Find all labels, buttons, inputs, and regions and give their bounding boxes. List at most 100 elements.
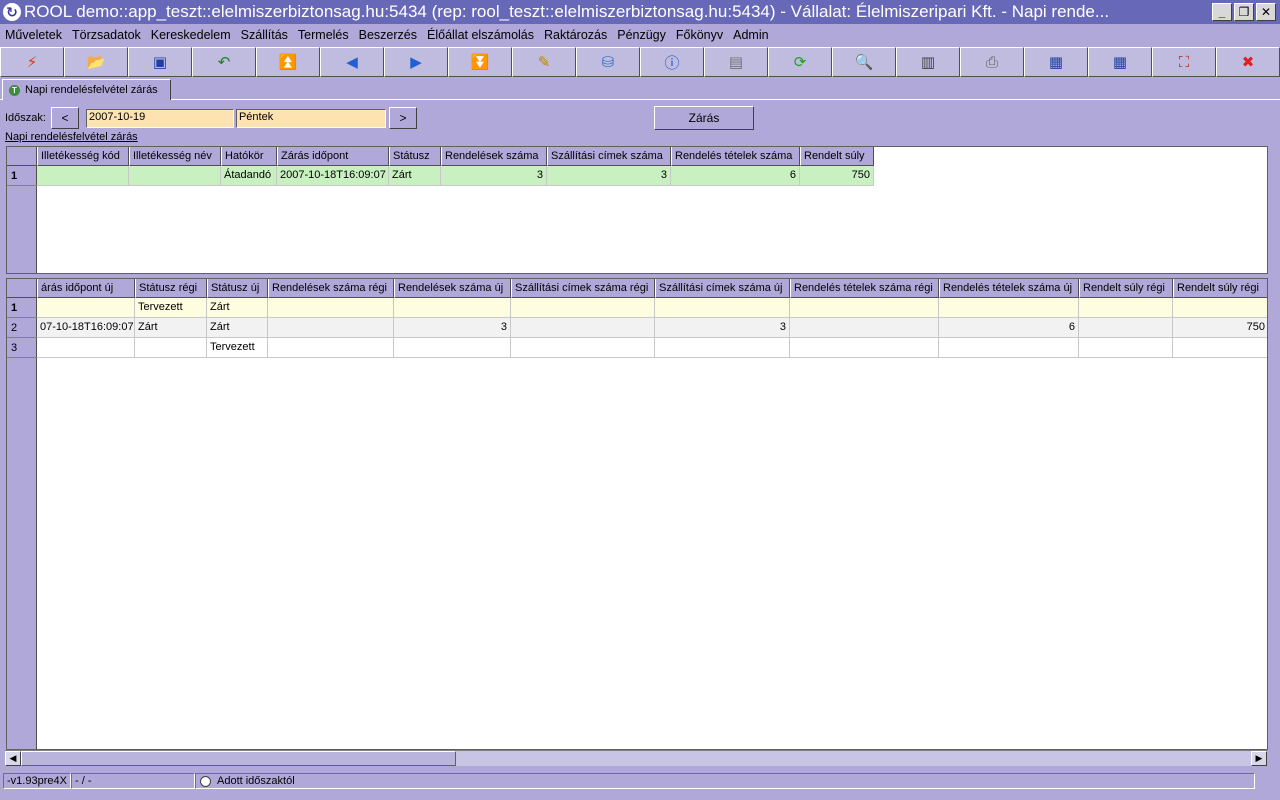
grid-cell[interactable]: 07-10-18T16:09:07 <box>37 318 135 338</box>
column-layout-button[interactable]: ▥ <box>896 47 960 77</box>
column-header-zaras-idopont[interactable]: Zárás időpont <box>277 147 389 166</box>
first-record-button[interactable]: ⏫ <box>256 47 320 77</box>
grid-cell[interactable]: 3 <box>655 318 790 338</box>
grid-cell[interactable]: Zárt <box>207 298 268 318</box>
column-header-rendelt-suly-regi[interactable]: Rendelt súly régi <box>1079 279 1173 298</box>
grid-cell[interactable] <box>511 298 655 318</box>
grid-cell[interactable]: 2007-10-18T16:09:07 <box>277 166 389 186</box>
column-header-rendeles-tetelek-szama-regi[interactable]: Rendelés tételek száma régi <box>790 279 939 298</box>
next-period-button[interactable]: > <box>388 107 417 129</box>
column-header-rendeles-tetelek-szama[interactable]: Rendelés tételek száma <box>671 147 800 166</box>
column-header-statusz-uj[interactable]: Státusz új <box>207 279 268 298</box>
horizontal-scrollbar[interactable]: ◀ ▶ <box>5 750 1267 766</box>
grid-cell[interactable]: Tervezett <box>135 298 207 318</box>
grid-cell[interactable] <box>135 338 207 358</box>
menu-termeles[interactable]: Termelés <box>293 28 354 42</box>
lightning-button[interactable]: ⚡ <box>0 47 64 77</box>
grid-cell[interactable]: 750 <box>800 166 874 186</box>
menu-kereskedelem[interactable]: Kereskedelem <box>146 28 236 42</box>
grid-corner[interactable] <box>7 147 37 166</box>
grid-cell[interactable] <box>939 298 1079 318</box>
previous-period-button[interactable]: < <box>50 107 79 129</box>
grid-cell[interactable]: Zárt <box>207 318 268 338</box>
scroll-thumb[interactable] <box>21 751 456 766</box>
open-folder-button[interactable]: 📂 <box>64 47 128 77</box>
grid-cell[interactable] <box>394 298 511 318</box>
menu-penzugy[interactable]: Pénzügy <box>612 28 671 42</box>
column-header-rendelt-suly[interactable]: Rendelt súly <box>800 147 874 166</box>
save-button[interactable]: ▣ <box>128 47 192 77</box>
grid-cell[interactable] <box>790 298 939 318</box>
grid-cell[interactable]: Átadandó <box>221 166 277 186</box>
grid-cell[interactable] <box>939 338 1079 358</box>
grid-cell[interactable] <box>394 338 511 358</box>
column-header-szallitasi-cimek-szama-uj[interactable]: Szállítási címek száma új <box>655 279 790 298</box>
menu-admin[interactable]: Admin <box>728 28 773 42</box>
column-header-illetekesseg-kod[interactable]: Illetékesség kód <box>37 147 129 166</box>
restore-button[interactable]: ❐ <box>1234 3 1254 21</box>
grid-cell[interactable]: 750 <box>1173 318 1267 338</box>
column-header-hatokor[interactable]: Hatókör <box>221 147 277 166</box>
grid-cell[interactable] <box>1079 318 1173 338</box>
close-period-button[interactable]: Zárás <box>654 106 754 130</box>
column-header-rendelt-suly-regi[interactable]: Rendelt súly régi <box>1173 279 1267 298</box>
tab-napi-rendelesfelvetel-zaras[interactable]: T Napi rendelésfelvétel zárás <box>2 79 171 100</box>
column-header-szallitasi-cimek-szama[interactable]: Szállítási címek száma <box>547 147 671 166</box>
edit-button[interactable]: ✎ <box>512 47 576 77</box>
grid-corner[interactable] <box>7 279 37 298</box>
menu-eloallat-elszamolas[interactable]: Élőállat elszámolás <box>422 28 539 42</box>
scroll-left-icon[interactable]: ◀ <box>5 751 21 766</box>
column-header-illetekesseg-nev[interactable]: Illetékesség név <box>129 147 221 166</box>
grid-cell[interactable]: 6 <box>939 318 1079 338</box>
info-button[interactable]: ⓘ <box>640 47 704 77</box>
exit-button[interactable]: ✖ <box>1216 47 1280 77</box>
grid-cell[interactable] <box>268 318 394 338</box>
previous-button[interactable]: ◀ <box>320 47 384 77</box>
grid-cell[interactable] <box>37 338 135 358</box>
menu-beszerzes[interactable]: Beszerzés <box>354 28 422 42</box>
grid-cell[interactable] <box>268 338 394 358</box>
fullscreen-button[interactable]: ⛶ <box>1152 47 1216 77</box>
grid-cell[interactable] <box>655 338 790 358</box>
next-button[interactable]: ▶ <box>384 47 448 77</box>
export-grid-button[interactable]: ▦ <box>1024 47 1088 77</box>
column-header-rendelesek-szama[interactable]: Rendelések száma <box>441 147 547 166</box>
grid-cell[interactable]: 3 <box>394 318 511 338</box>
grid-cell[interactable] <box>129 166 221 186</box>
search-button[interactable]: 🔍 <box>832 47 896 77</box>
import-grid-button[interactable]: ▦ <box>1088 47 1152 77</box>
database-button[interactable]: ⛁ <box>576 47 640 77</box>
grid-cell[interactable]: 3 <box>441 166 547 186</box>
grid-cell[interactable] <box>1079 298 1173 318</box>
refresh-button[interactable]: ⟳ <box>768 47 832 77</box>
grid-cell[interactable]: Tervezett <box>207 338 268 358</box>
grid-cell[interactable] <box>790 318 939 338</box>
row-number[interactable]: 1 <box>7 166 37 186</box>
row-number[interactable]: 1 <box>7 298 37 318</box>
last-record-button[interactable]: ⏬ <box>448 47 512 77</box>
column-header-aras-idopont-uj[interactable]: árás időpont új <box>37 279 135 298</box>
print-button[interactable]: ⎙ <box>960 47 1024 77</box>
grid-cell[interactable] <box>37 298 135 318</box>
grid-cell[interactable] <box>790 338 939 358</box>
grid-cell[interactable]: 6 <box>671 166 800 186</box>
column-header-statusz[interactable]: Státusz <box>389 147 441 166</box>
scroll-right-icon[interactable]: ▶ <box>1251 751 1267 766</box>
form-view-button[interactable]: ▤ <box>704 47 768 77</box>
grid-cell[interactable] <box>655 298 790 318</box>
row-number[interactable]: 3 <box>7 338 37 358</box>
grid-cell[interactable]: Zárt <box>389 166 441 186</box>
close-window-button[interactable]: ✕ <box>1256 3 1276 21</box>
grid-cell[interactable] <box>511 338 655 358</box>
grid-cell[interactable] <box>511 318 655 338</box>
row-number[interactable]: 2 <box>7 318 37 338</box>
column-header-statusz-regi[interactable]: Státusz régi <box>135 279 207 298</box>
column-header-rendeles-tetelek-szama-uj[interactable]: Rendelés tételek száma új <box>939 279 1079 298</box>
menu-raktarozas[interactable]: Raktározás <box>539 28 612 42</box>
minimize-button[interactable]: _ <box>1212 3 1232 21</box>
period-option-radio[interactable] <box>200 775 211 787</box>
undo-button[interactable]: ↶ <box>192 47 256 77</box>
menu-szallitas[interactable]: Szállítás <box>236 28 293 42</box>
grid-cell[interactable] <box>37 166 129 186</box>
menu-torzsadatok[interactable]: Törzsadatok <box>67 28 146 42</box>
